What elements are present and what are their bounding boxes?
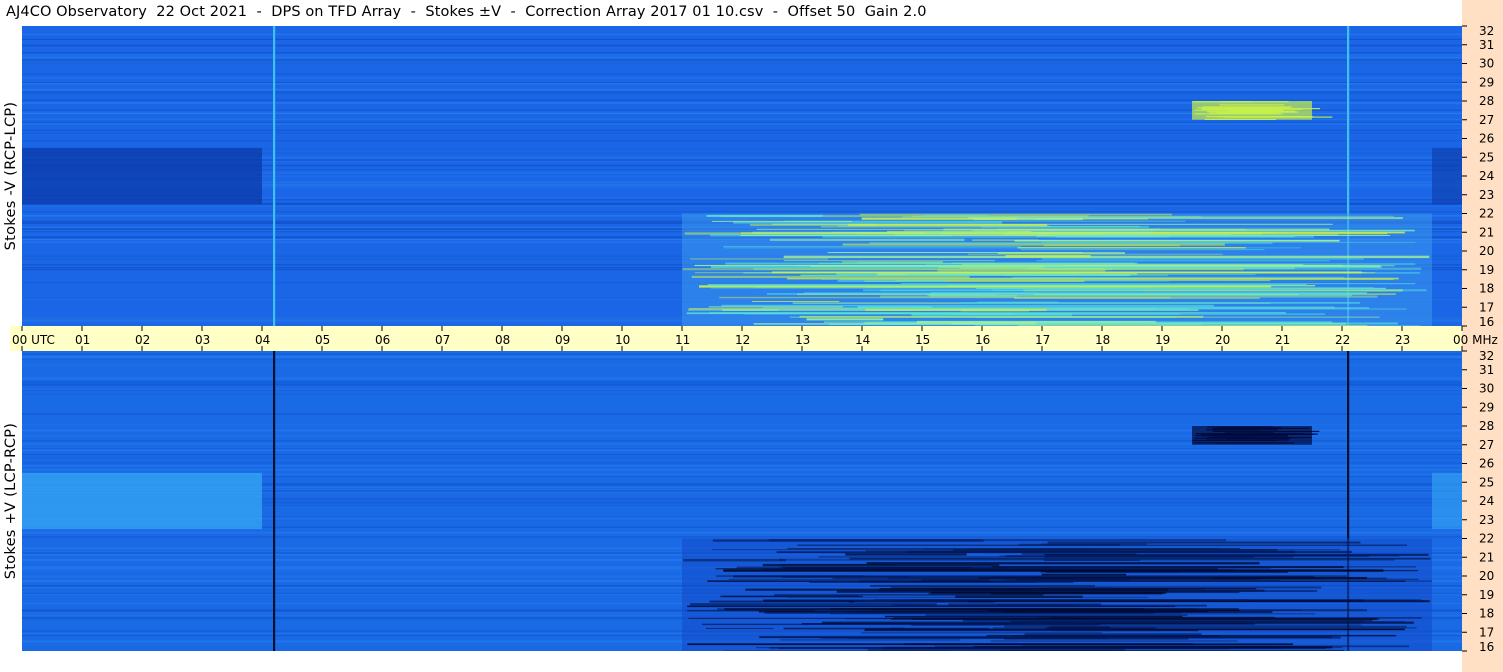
freq-tick-label: 21 [1479,225,1494,239]
freq-tick-label: 31 [1479,363,1494,377]
time-tick-label: 23 [1395,333,1410,347]
freq-tick-label: 29 [1479,75,1494,89]
freq-tick-label: 16 [1479,315,1494,329]
freq-tick-label: 23 [1479,513,1494,527]
freq-tick-label: 32 [1479,349,1494,363]
time-tick-label: 19 [1155,333,1170,347]
freq-tick-label: 24 [1479,494,1494,508]
time-tick-label: 06 [375,333,390,347]
freq-tick-label: 32 [1479,24,1494,38]
time-tick-label: 04 [255,333,270,347]
freq-tick-label: 25 [1479,150,1494,164]
time-tick-label: 12 [735,333,750,347]
time-tick-label: 13 [795,333,810,347]
time-tick-label: 20 [1215,333,1230,347]
freq-tick-label: 30 [1479,57,1494,71]
freq-tick-label: 29 [1479,400,1494,414]
time-tick-label: 00 UTC [12,333,55,347]
freq-tick-label: 17 [1479,300,1494,314]
time-tick-label: 01 [75,333,90,347]
time-tick-label: 15 [915,333,930,347]
time-tick-label: 16 [975,333,990,347]
time-tick-label: 08 [495,333,510,347]
time-tick-label: 05 [315,333,330,347]
freq-tick-label: 22 [1479,207,1494,221]
freq-tick-label: 23 [1479,188,1494,202]
freq-tick-label: 17 [1479,625,1494,639]
time-tick-label: 14 [855,333,870,347]
time-tick-label: 11 [675,333,690,347]
freq-tick-label: 18 [1479,607,1494,621]
freq-tick-label: 27 [1479,438,1494,452]
freq-tick-label: 18 [1479,282,1494,296]
freq-tick-label: 16 [1479,640,1494,654]
freq-tick-label: 19 [1479,588,1494,602]
freq-tick-label: 26 [1479,457,1494,471]
freq-tick-label: 30 [1479,382,1494,396]
time-tick-label: 03 [195,333,210,347]
freq-tick-label: 28 [1479,419,1494,433]
time-tick-label: 07 [435,333,450,347]
time-tick-label: 00 MHz [1453,333,1498,347]
time-tick-label: 02 [135,333,150,347]
freq-tick-label: 21 [1479,550,1494,564]
freq-tick-label: 19 [1479,263,1494,277]
freq-tick-label: 20 [1479,244,1494,258]
freq-tick-label: 20 [1479,569,1494,583]
time-tick-label: 22 [1335,333,1350,347]
freq-tick-label: 31 [1479,38,1494,52]
axes-overlay: 3231302928272625242322212019181716323130… [12,24,1498,654]
freq-tick-label: 28 [1479,94,1494,108]
freq-tick-label: 25 [1479,475,1494,489]
time-tick-label: 21 [1275,333,1290,347]
freq-tick-label: 22 [1479,532,1494,546]
time-tick-label: 10 [615,333,630,347]
freq-tick-label: 27 [1479,113,1494,127]
time-tick-label: 17 [1035,333,1050,347]
time-tick-label: 18 [1095,333,1110,347]
freq-tick-label: 24 [1479,169,1494,183]
time-tick-label: 09 [555,333,570,347]
freq-tick-label: 26 [1479,132,1494,146]
